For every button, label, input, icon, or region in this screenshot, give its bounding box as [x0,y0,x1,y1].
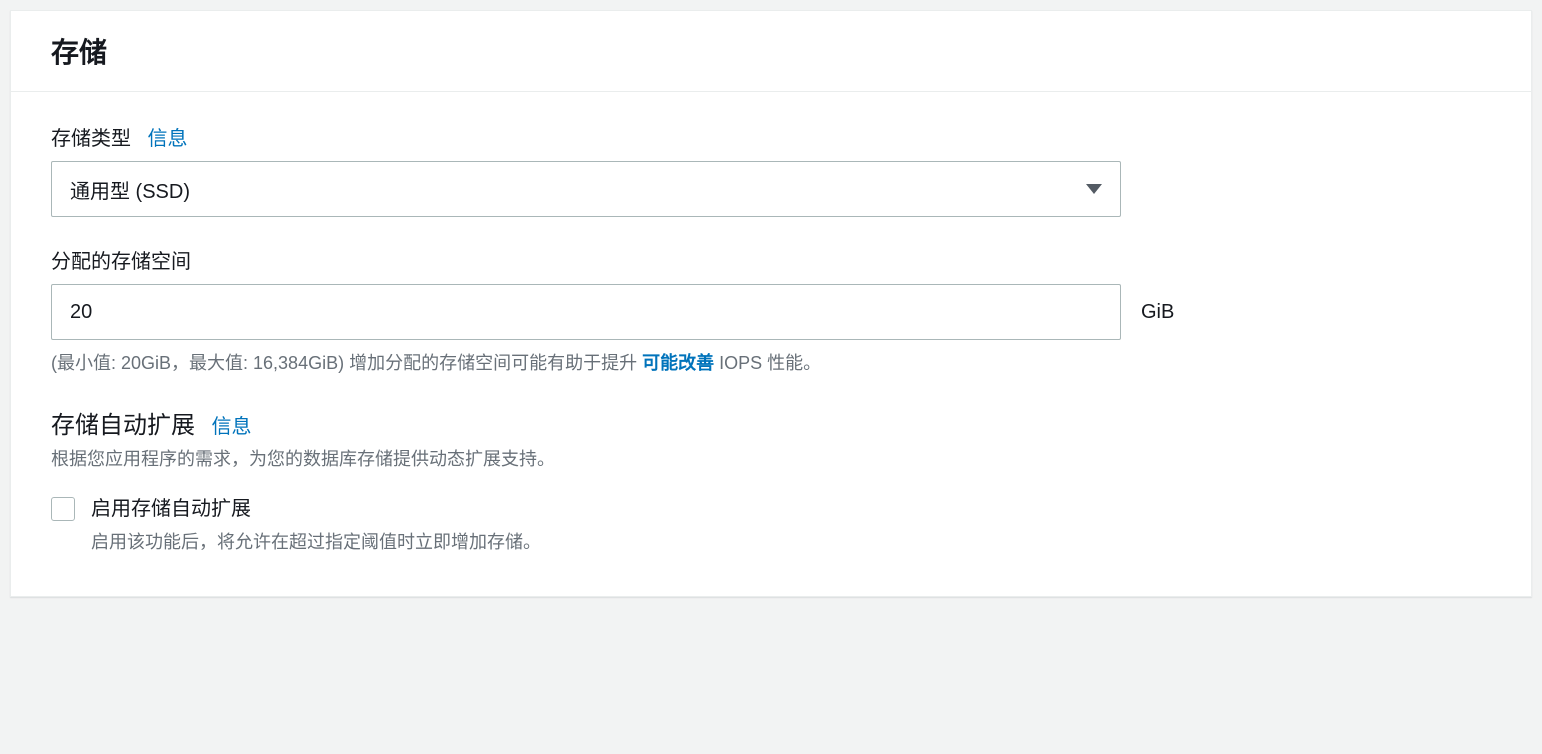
storage-panel: 存储 存储类型 信息 通用型 (SSD) 分配的存储空间 GiB [10,10,1532,597]
allocated-storage-hint: (最小值: 20GiB，最大值: 16,384GiB) 增加分配的存储空间可能有… [51,350,1491,377]
storage-type-select[interactable]: 通用型 (SSD) [51,161,1121,217]
allocated-storage-unit: GiB [1141,301,1174,324]
autoscaling-group: 存储自动扩展 信息 根据您应用程序的需求，为您的数据库存储提供动态扩展支持。 启… [51,405,1491,556]
allocated-storage-input-row: GiB [51,284,1491,340]
autoscaling-description: 根据您应用程序的需求，为您的数据库存储提供动态扩展支持。 [51,446,1491,473]
autoscaling-title: 存储自动扩展 [51,405,195,440]
autoscaling-info-link[interactable]: 信息 [211,416,251,438]
storage-type-selected-value: 通用型 (SSD) [70,175,190,204]
autoscaling-title-row: 存储自动扩展 信息 [51,405,1491,440]
panel-title: 存储 [51,31,1491,71]
hint-suffix: IOPS 性能。 [714,353,821,373]
storage-type-group: 存储类型 信息 通用型 (SSD) [51,122,1491,217]
storage-type-label-row: 存储类型 信息 [51,122,1491,161]
allocated-storage-input[interactable] [51,284,1121,340]
caret-down-icon [1086,184,1102,194]
allocated-storage-group: 分配的存储空间 GiB (最小值: 20GiB，最大值: 16,384GiB) … [51,245,1491,377]
hint-prefix: (最小值: 20GiB，最大值: 16,384GiB) 增加分配的存储空间可能有… [51,353,642,373]
checkbox-content: 启用存储自动扩展 启用该功能后，将允许在超过指定阈值时立即增加存储。 [91,495,1491,556]
storage-type-info-link[interactable]: 信息 [147,128,187,150]
allocated-storage-label-row: 分配的存储空间 [51,245,1491,284]
storage-type-select-wrapper: 通用型 (SSD) [51,161,1121,217]
enable-autoscaling-label: 启用存储自动扩展 [91,495,1491,523]
panel-body: 存储类型 信息 通用型 (SSD) 分配的存储空间 GiB (最小值: 20Gi… [11,92,1531,596]
storage-type-label: 存储类型 [51,122,131,151]
enable-autoscaling-description: 启用该功能后，将允许在超过指定阈值时立即增加存储。 [91,529,1491,556]
panel-header: 存储 [11,11,1531,92]
autoscaling-checkbox-row: 启用存储自动扩展 启用该功能后，将允许在超过指定阈值时立即增加存储。 [51,495,1491,556]
enable-autoscaling-checkbox[interactable] [51,497,75,521]
allocated-storage-label: 分配的存储空间 [51,245,191,274]
hint-link[interactable]: 可能改善 [642,353,714,373]
